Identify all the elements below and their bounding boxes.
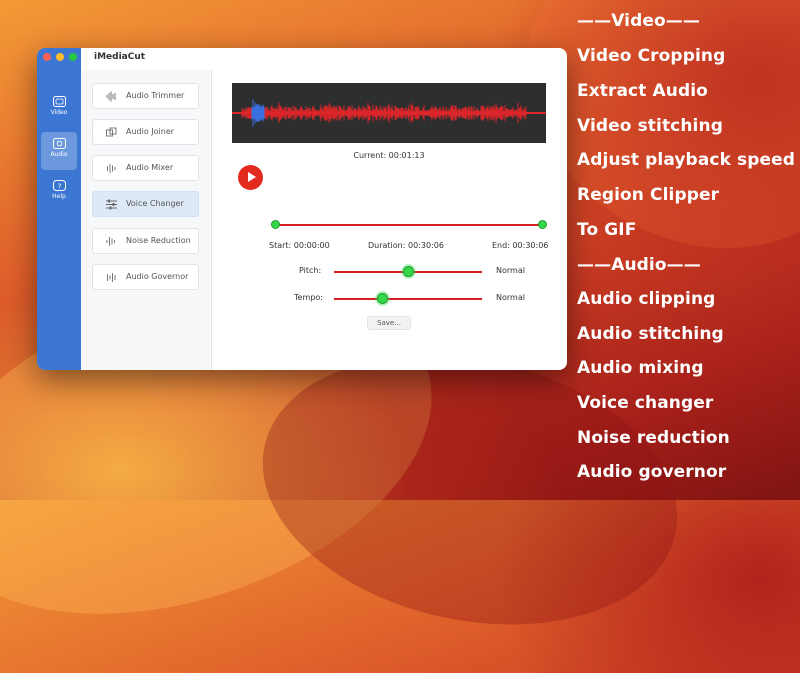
seek-end-handle[interactable] — [538, 220, 547, 229]
sidebar-item-label: Help — [52, 193, 66, 200]
sidebar-item-help[interactable]: ? Help — [41, 174, 77, 212]
tool-label: Audio Governor — [126, 272, 189, 281]
sliders-icon — [106, 199, 117, 210]
audio-icon — [52, 138, 66, 149]
audio-joiner-icon — [106, 127, 117, 137]
feature-item: Video Cropping — [577, 46, 726, 66]
tool-label: Audio Mixer — [126, 163, 174, 172]
feature-item: Adjust playback speed — [577, 150, 796, 170]
feature-item: Region Clipper — [577, 185, 720, 205]
feature-item: Noise reduction — [577, 428, 730, 448]
svg-text:?: ? — [57, 183, 61, 191]
feature-item: Voice changer — [577, 393, 714, 413]
close-window-button[interactable] — [43, 53, 51, 61]
audio-governor-icon — [107, 273, 116, 282]
sidebar-item-audio[interactable]: Audio — [41, 132, 77, 170]
feature-item: ——Audio—— — [577, 255, 701, 275]
tool-audio-governor[interactable]: Audio Governor — [92, 264, 199, 290]
tool-label: Noise Reduction — [126, 236, 191, 245]
play-button[interactable] — [238, 165, 263, 190]
audio-mixer-icon — [107, 164, 116, 173]
title-bar: iMediaCut — [37, 48, 567, 70]
feature-item: To GIF — [577, 220, 637, 240]
noise-reduction-icon — [106, 237, 115, 246]
tool-audio-mixer[interactable]: Audio Mixer — [92, 155, 199, 181]
help-icon: ? — [52, 180, 66, 191]
duration-time: Duration: 00:30:06 — [368, 241, 444, 250]
video-icon — [52, 96, 66, 107]
save-button[interactable]: Save... — [367, 316, 411, 330]
feature-item: Audio mixing — [577, 358, 704, 378]
start-time: Start: 00:00:00 — [269, 241, 330, 250]
tool-label: Audio Trimmer — [126, 91, 185, 100]
current-time: Current: 00:01:13 — [353, 151, 425, 160]
tool-panel: Audio Trimmer Audio Joiner Audio Mixer V… — [81, 70, 212, 370]
pitch-slider-handle[interactable] — [402, 266, 414, 277]
tempo-slider-handle[interactable] — [377, 293, 389, 304]
sidebar-item-video[interactable]: Video — [41, 90, 77, 128]
tempo-value: Normal — [496, 293, 525, 302]
feature-item: Extract Audio — [577, 81, 708, 101]
seek-track[interactable] — [275, 224, 542, 226]
pitch-label: Pitch: — [299, 266, 322, 275]
tool-audio-joiner[interactable]: Audio Joiner — [92, 119, 199, 145]
feature-item: ——Video—— — [577, 11, 700, 31]
tool-label: Voice Changer — [126, 199, 184, 208]
tool-noise-reduction[interactable]: Noise Reduction — [92, 228, 199, 254]
pitch-value: Normal — [496, 266, 525, 275]
minimize-window-button[interactable] — [56, 53, 64, 61]
sidebar-item-label: Video — [50, 109, 68, 116]
seek-start-handle[interactable] — [271, 220, 280, 229]
tempo-label: Tempo: — [294, 293, 323, 302]
tempo-slider[interactable] — [334, 298, 482, 300]
feature-item: Audio clipping — [577, 289, 716, 309]
feature-item: Audio governor — [577, 462, 727, 482]
sidebar: Video Audio ? Help — [37, 48, 81, 370]
tool-audio-trimmer[interactable]: Audio Trimmer — [92, 83, 199, 109]
zoom-window-button[interactable] — [69, 53, 77, 61]
audio-trimmer-icon — [106, 91, 116, 102]
tool-label: Audio Joiner — [126, 127, 175, 136]
sidebar-item-label: Audio — [50, 151, 68, 158]
app-title: iMediaCut — [94, 52, 146, 62]
tool-voice-changer[interactable]: Voice Changer — [92, 191, 199, 217]
feature-item: Video stitching — [577, 116, 723, 136]
voice-changer-panel: Current: 00:01:13 Start: 00:00:00 Durati… — [211, 70, 567, 370]
app-window: Video Audio ? Help iMediaCut Audio Trimm… — [37, 48, 567, 370]
feature-item: Audio stitching — [577, 324, 724, 344]
waveform-display — [232, 83, 546, 143]
end-time: End: 00:30:06 — [492, 241, 549, 250]
